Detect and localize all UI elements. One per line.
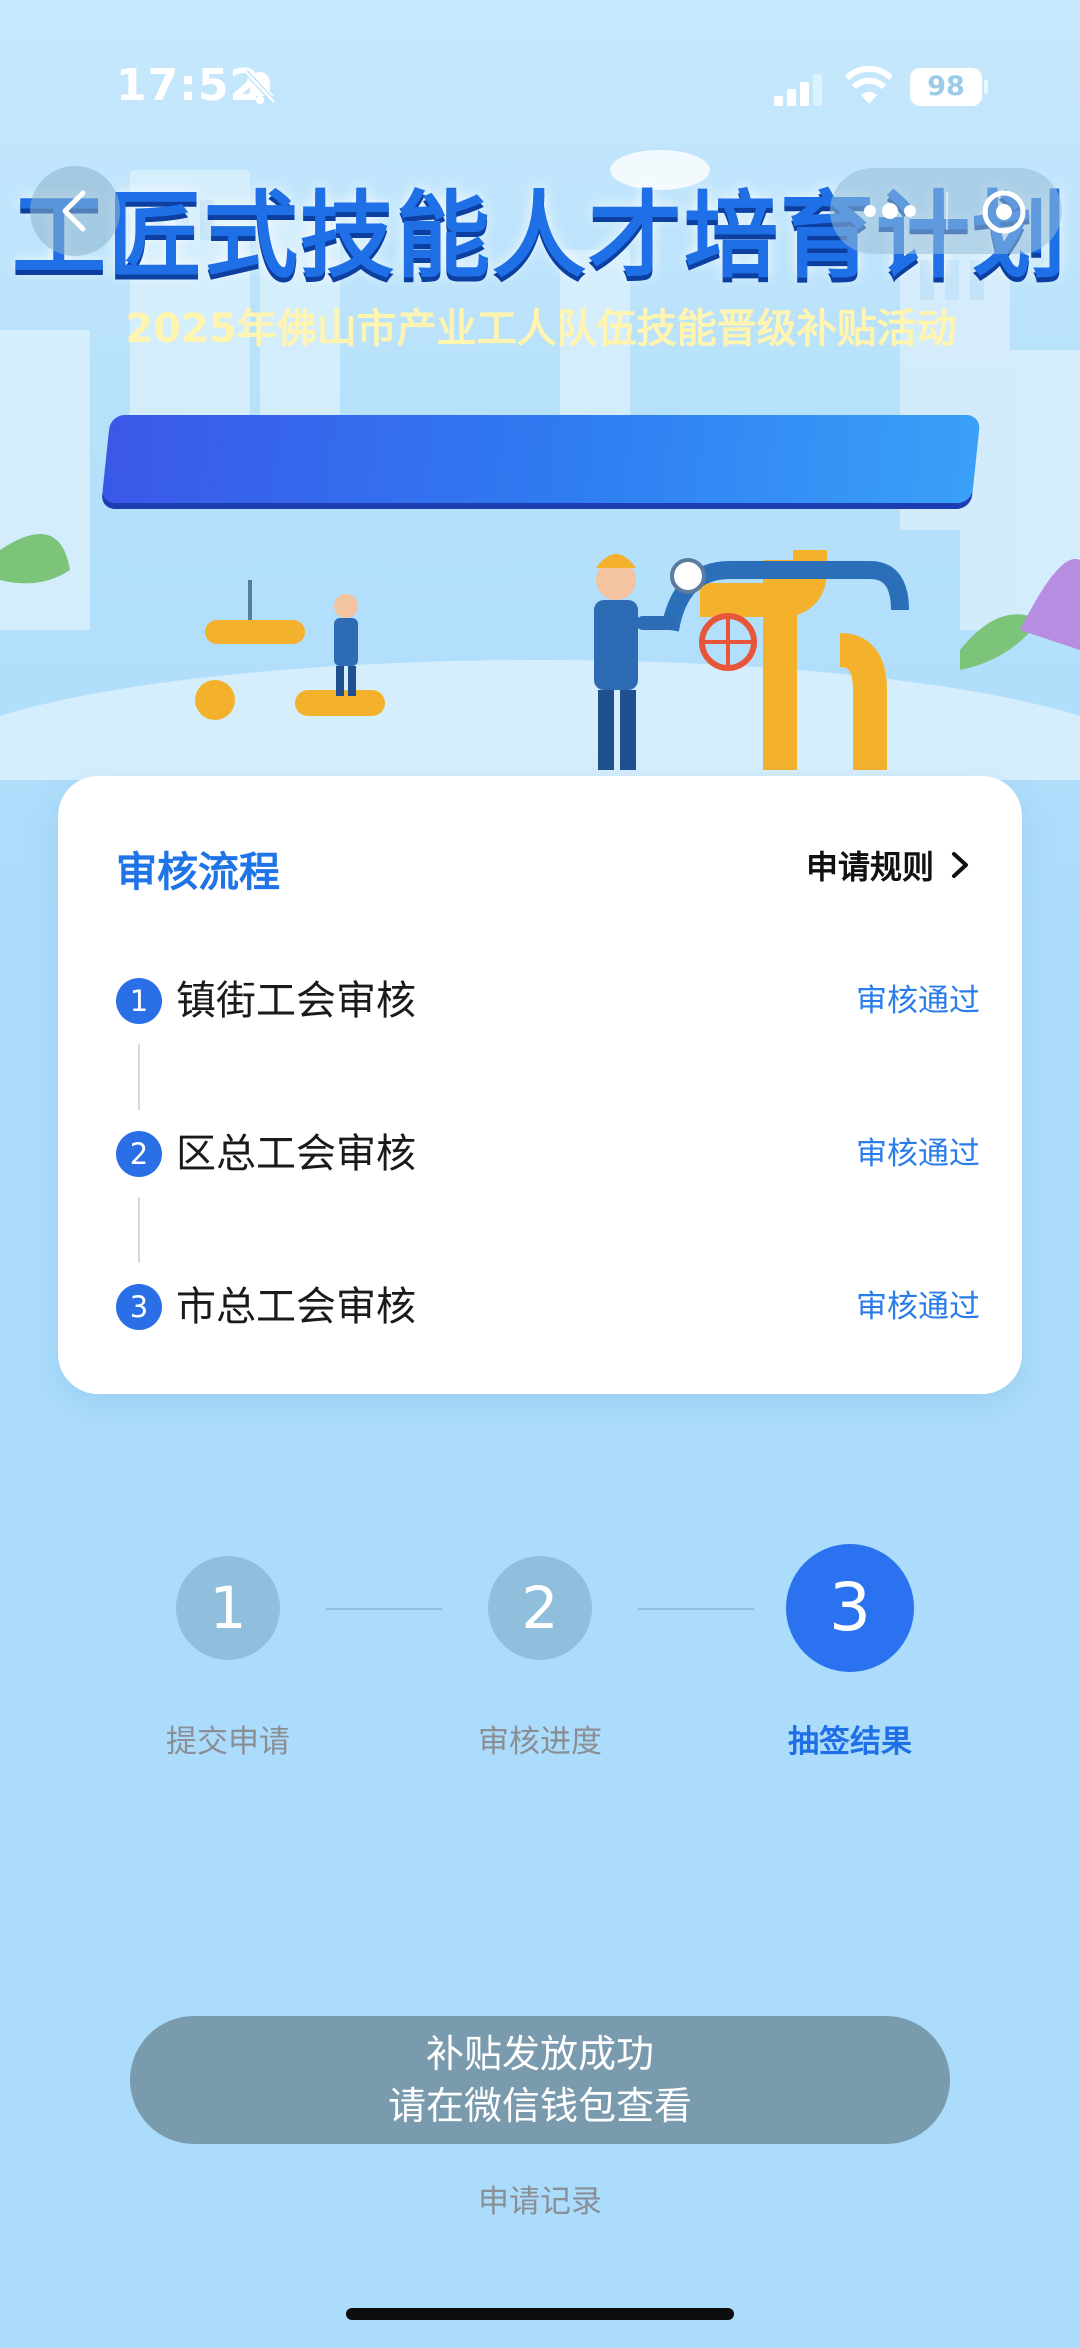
review-step-1: 1 镇街工会审核 审核通过	[116, 972, 980, 1032]
review-card-title: 审核流程	[116, 848, 280, 896]
application-records-link[interactable]: 申请记录	[0, 2176, 1080, 2221]
progress-step-1-label: 提交申请	[166, 1724, 290, 1760]
progress-step-2-circle[interactable]: 2	[488, 1556, 592, 1660]
progress-step-2-label: 审核进度	[478, 1724, 602, 1760]
target-circle-icon[interactable]	[980, 188, 1028, 236]
step-label: 镇街工会审核	[176, 978, 416, 1024]
banner-subtitle-ribbon	[101, 415, 981, 503]
review-process-card: 审核流程 申请规则 1 镇街工会审核 审核通过 2 区总工会审核 审核通过 3 …	[58, 776, 1022, 1394]
chevron-right-icon	[952, 852, 968, 878]
progress-step-3-label: 抽签结果	[788, 1724, 912, 1760]
capsule-divider	[946, 192, 948, 230]
review-step-3: 3 市总工会审核 审核通过	[116, 1278, 980, 1338]
status-bar: 17:52 98	[0, 0, 1080, 150]
chevron-left-icon	[62, 190, 86, 232]
progress-connector	[326, 1608, 442, 1610]
result-line-1: 补贴发放成功	[425, 2032, 654, 2076]
progress-step-1-circle[interactable]: 1	[176, 1556, 280, 1660]
signal-icon	[774, 74, 822, 106]
step-connector	[138, 1044, 140, 1110]
step-connector	[138, 1197, 140, 1263]
step-number-badge: 1	[116, 978, 162, 1024]
subsidy-result-button[interactable]: 补贴发放成功 请在微信钱包查看	[130, 2016, 950, 2144]
home-indicator	[346, 2308, 734, 2320]
step-status: 审核通过	[856, 983, 980, 1019]
more-dots-icon[interactable]	[860, 194, 920, 228]
step-label: 市总工会审核	[176, 1284, 416, 1330]
review-step-2: 2 区总工会审核 审核通过	[116, 1125, 980, 1185]
progress-connector	[638, 1608, 754, 1610]
banner-subtitle: 2025年佛山市产业工人队伍技能晋级补贴活动	[125, 306, 957, 352]
step-number-badge: 3	[116, 1284, 162, 1330]
rules-label: 申请规则	[805, 848, 934, 886]
result-line-2: 请在微信钱包查看	[387, 2084, 692, 2128]
app-screen: 工匠式技能人才培育计划 2025年佛山市产业工人队伍技能晋级补贴活动 17:52…	[0, 0, 1080, 2348]
application-progress: 1 2 3 提交申请 审核进度 抽签结果	[0, 1540, 1080, 1760]
step-status: 审核通过	[856, 1289, 980, 1325]
application-rules-link[interactable]: 申请规则	[806, 842, 972, 888]
battery-tip	[984, 80, 988, 94]
step-status: 审核通过	[856, 1136, 980, 1172]
progress-step-3-circle[interactable]: 3	[786, 1544, 914, 1672]
wifi-icon	[846, 66, 892, 104]
mini-program-capsule	[830, 168, 1062, 254]
back-button[interactable]	[30, 166, 120, 256]
battery-indicator: 98	[910, 68, 982, 106]
step-number-badge: 2	[116, 1131, 162, 1177]
step-label: 区总工会审核	[176, 1131, 416, 1177]
bell-slash-icon	[244, 70, 276, 104]
